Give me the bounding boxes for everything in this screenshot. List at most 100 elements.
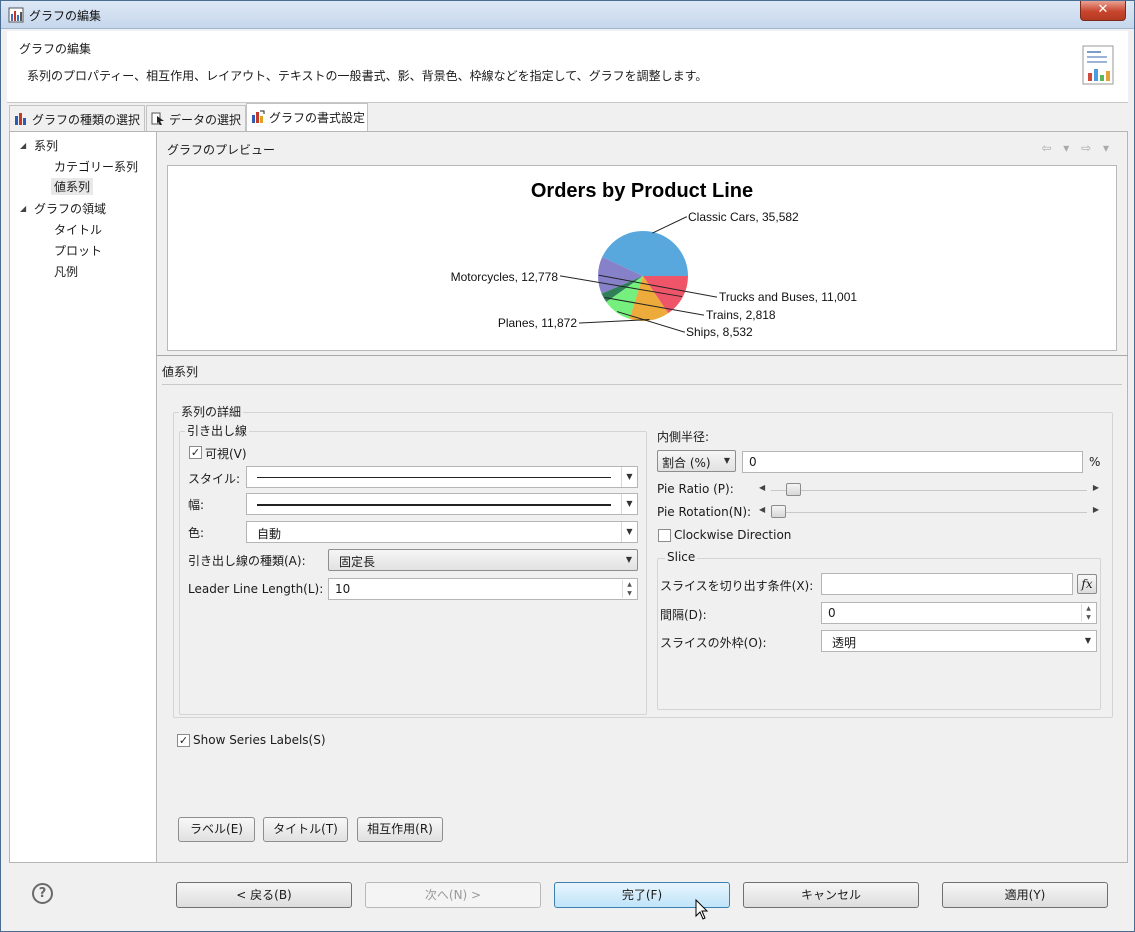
percent-unit: %	[1089, 455, 1101, 469]
pie-slices	[598, 231, 689, 321]
format-tree: ◢ 系列 カテゴリー系列 値系列 ◢ グラフの領域 タイトル プロット 凡例	[9, 131, 157, 863]
line-color-select[interactable]: 自動 ▼	[246, 521, 638, 543]
apply-button[interactable]: 適用(Y)	[942, 882, 1108, 908]
leader-type-select[interactable]: 固定長 ▼	[328, 549, 638, 571]
header-title: グラフの編集	[19, 42, 92, 56]
chart-document-icon	[1082, 45, 1114, 85]
cancel-button[interactable]: キャンセル	[743, 882, 919, 908]
slider-track	[771, 512, 1087, 513]
dropdown-arrow-icon: ▼	[723, 456, 731, 465]
dialog-header: グラフの編集 系列のプロパティー、相互作用、レイアウト、テキストの一般書式、影、…	[7, 31, 1128, 103]
line-style-select[interactable]: ▼	[246, 466, 638, 488]
slider-right-arrow-icon[interactable]: ▶	[1093, 505, 1099, 514]
separator	[162, 384, 1122, 385]
pie-ratio-label: Pie Ratio (P):	[657, 482, 734, 496]
preview-label: グラフのプレビュー	[167, 143, 276, 157]
tree-item-legend[interactable]: 凡例	[54, 263, 78, 280]
slice-condition-label: スライスを切り出す条件(X):	[660, 579, 814, 593]
slice-outline-value: 透明	[832, 636, 857, 650]
interactivity-button[interactable]: 相互作用(R)	[357, 817, 443, 842]
data-select-icon	[151, 112, 164, 125]
series-details-label: 系列の詳細	[179, 403, 244, 420]
tab-data-select[interactable]: データの選択	[146, 105, 246, 131]
tree-item-value-series[interactable]: 値系列	[51, 178, 94, 195]
splitter[interactable]	[157, 355, 1128, 356]
clockwise-label: Clockwise Direction	[674, 528, 792, 542]
expand-arrow-icon[interactable]: ◢	[20, 204, 26, 213]
tree-item-category-series[interactable]: カテゴリー系列	[54, 158, 138, 175]
leader-length-label: Leader Line Length(L):	[188, 582, 324, 596]
slider-left-arrow-icon[interactable]: ◀	[759, 505, 765, 514]
tab-chart-format[interactable]: グラフの書式設定	[246, 103, 368, 131]
spinner-icon[interactable]: ▲ ▼	[622, 580, 636, 598]
next-button[interactable]: 次へ(N) >	[365, 882, 541, 908]
leader-line	[579, 319, 650, 324]
slice-label: Trucks and Buses, 11,001	[719, 290, 857, 304]
slice-label: Classic Cars, 35,582	[688, 210, 799, 224]
line-width-select[interactable]: ▼	[246, 493, 638, 515]
show-series-labels-label: Show Series Labels(S)	[193, 733, 326, 747]
slice-label: Trains, 2,818	[706, 308, 776, 322]
dropdown-arrow-icon: ▼	[621, 494, 637, 514]
dropdown-arrow-icon: ▼	[1084, 636, 1092, 645]
format-content: グラフのプレビュー ⇦ ▾ ⇨ ▾ Orders by Product Line…	[157, 131, 1128, 863]
chart-format-icon	[252, 110, 265, 123]
inner-radius-mode-select[interactable]: 割合 (%) ▼	[657, 450, 736, 472]
close-button[interactable]: ✕	[1080, 1, 1126, 21]
leader-length-input[interactable]: 10 ▲ ▼	[328, 578, 638, 600]
help-icon[interactable]: ?	[32, 883, 53, 904]
slice-outline-label: スライスの外枠(O):	[660, 636, 767, 650]
color-label: 色:	[188, 526, 205, 540]
slice-distance-value: 0	[828, 606, 836, 620]
visible-label: 可視(V)	[205, 447, 247, 461]
chart-title: Orders by Product Line	[531, 180, 753, 202]
slice-outline-select[interactable]: 透明 ▼	[821, 630, 1097, 652]
chart-type-icon	[15, 113, 26, 125]
dropdown-arrow-icon: ▼	[621, 522, 637, 542]
tree-item-chart-area[interactable]: グラフの領域	[34, 200, 106, 217]
clockwise-checkbox[interactable]	[658, 529, 671, 542]
leader-type-label: 引き出し線の種類(A):	[188, 554, 306, 568]
inner-radius-value: 0	[749, 455, 757, 469]
leader-length-value: 10	[335, 582, 351, 596]
expand-arrow-icon[interactable]: ◢	[20, 141, 26, 150]
slice-distance-input[interactable]: 0 ▲ ▼	[821, 602, 1097, 624]
tree-item-title[interactable]: タイトル	[54, 221, 102, 238]
forward-arrow-icon[interactable]: ⇨ ▾	[1081, 141, 1113, 155]
dropdown-arrow-icon: ▼	[625, 555, 633, 564]
pie-chart: Orders by Product Line Classic Cars, 35,…	[451, 180, 858, 339]
slider-thumb[interactable]	[786, 483, 802, 496]
edit-chart-dialog: グラフの編集 ✕ グラフの編集 系列のプロパティー、相互作用、レイアウト、テキス…	[0, 0, 1135, 932]
title-button[interactable]: タイトル(T)	[263, 817, 348, 842]
tree-item-plot[interactable]: プロット	[54, 242, 102, 259]
style-label: スタイル:	[188, 472, 241, 486]
labels-button[interactable]: ラベル(E)	[178, 817, 255, 842]
slice-label: Planes, 11,872	[498, 316, 577, 330]
slice-condition-input[interactable]	[821, 573, 1073, 595]
pie-ratio-slider[interactable]: ◀ ▶	[759, 483, 1099, 497]
inner-radius-input[interactable]: 0	[742, 451, 1083, 473]
tab-chart-type[interactable]: グラフの種類の選択	[9, 105, 145, 131]
show-series-labels-checkbox[interactable]: ✓	[177, 734, 190, 747]
line-width-preview	[257, 504, 611, 506]
color-value: 自動	[257, 527, 282, 541]
inner-radius-label: 内側半径:	[657, 430, 710, 444]
slider-thumb[interactable]	[771, 505, 786, 518]
slice-group-label: Slice	[665, 550, 698, 564]
tree-item-series[interactable]: 系列	[34, 137, 58, 154]
spinner-icon[interactable]: ▲ ▼	[1081, 604, 1095, 622]
back-button[interactable]: < 戻る(B)	[176, 882, 352, 908]
slice-label: Motorcycles, 12,778	[451, 270, 559, 284]
preview-navigation[interactable]: ⇦ ▾ ⇨ ▾	[1041, 141, 1113, 155]
back-arrow-icon[interactable]: ⇦ ▾	[1041, 141, 1073, 155]
slider-track	[771, 490, 1087, 491]
visible-checkbox[interactable]: ✓	[189, 446, 202, 459]
pie-rotation-slider[interactable]: ◀ ▶	[759, 505, 1099, 519]
mouse-cursor-icon	[695, 899, 709, 920]
tab-label: データの選択	[169, 113, 242, 127]
slider-left-arrow-icon[interactable]: ◀	[759, 483, 765, 492]
line-style-preview	[257, 477, 611, 478]
header-description: 系列のプロパティー、相互作用、レイアウト、テキストの一般書式、影、背景色、枠線な…	[27, 69, 708, 83]
slider-right-arrow-icon[interactable]: ▶	[1093, 483, 1099, 492]
expression-builder-icon[interactable]: fx	[1077, 574, 1097, 594]
